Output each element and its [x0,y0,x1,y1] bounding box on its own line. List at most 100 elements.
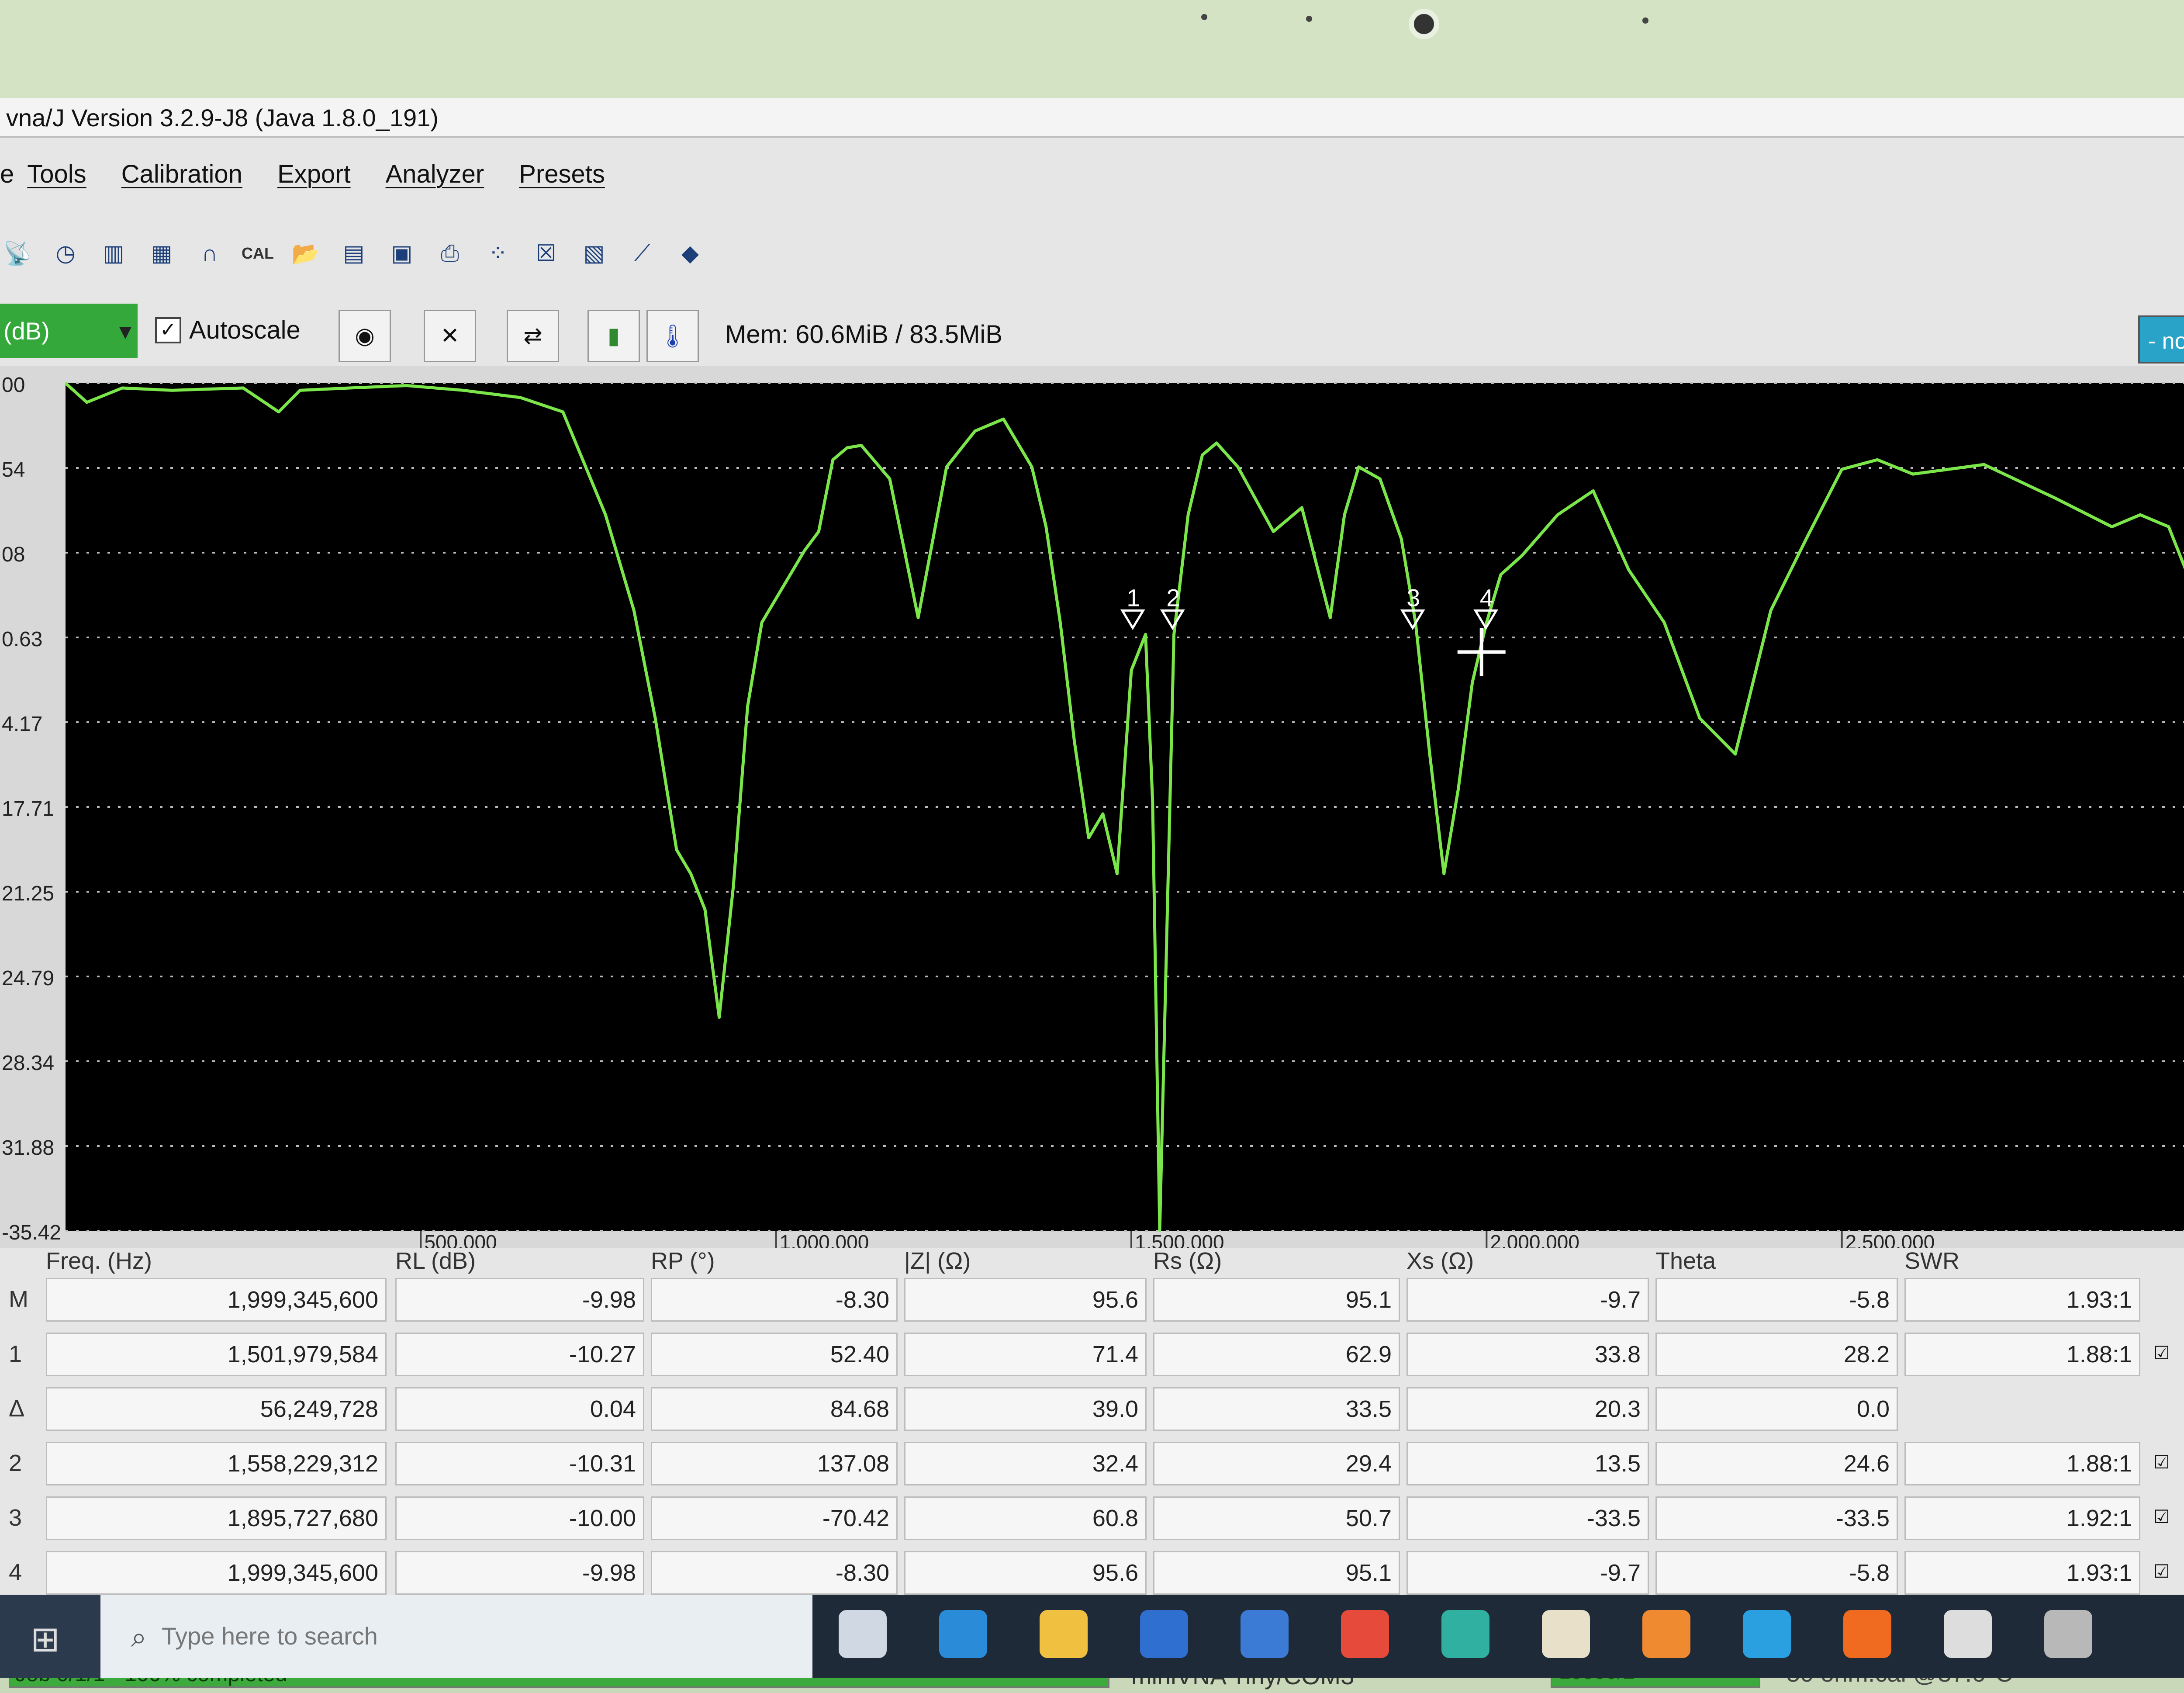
battery-button[interactable]: ▮ [587,310,640,362]
window-title: vna/J Version 3.2.9-J8 (Java 1.8.0_191) [0,98,2184,138]
table-cell: -9.98 [395,1278,644,1322]
marker-enable-checkbox[interactable]: ☑ [2153,1451,2170,1473]
visa-icon[interactable] [2044,1610,2092,1658]
menu-calibration[interactable]: Calibration [121,159,242,194]
temperature-button[interactable]: 🌡 [646,310,699,362]
cal-icon[interactable]: CAL [240,236,275,271]
marker-enable-checkbox[interactable]: ☑ [2153,1561,2170,1582]
firefox-icon[interactable] [1843,1610,1891,1658]
y-tick-label: -35.42 [2,1221,61,1244]
explorer-icon[interactable] [1040,1610,1088,1658]
table-cell: 1.88:1 [1904,1333,2140,1376]
graph-icon[interactable]: ⟋ [625,236,660,271]
toolbar: 📡 ◷ ▥ ▦ ∩ CAL 📂 ▤ ▣ ⎙ ⁘ ☒ ▧ ⟋ ◆ [0,229,874,277]
smith-chart-button[interactable]: ◉ [339,310,391,362]
magnet-icon[interactable]: ∩ [192,236,227,271]
csv-icon[interactable]: ▤ [336,236,371,271]
table-cell: 1,895,727,680 [46,1496,387,1540]
table-cell: 1,999,345,600 [46,1278,387,1322]
table-cell: 24.6 [1655,1442,1898,1485]
eraser-icon[interactable]: ◆ [673,236,708,271]
row-label: 2 [9,1450,22,1476]
table-cell: 20.3 [1406,1387,1649,1431]
table-cell: 1,999,345,600 [46,1551,387,1595]
table-cell: -10.31 [395,1442,644,1485]
table-cell: 1.93:1 [1904,1551,2140,1595]
column-header: Rs (Ω) [1153,1248,1222,1274]
pdf-icon[interactable]: ⎙ [432,236,467,271]
thermometer-icon: 🌡 [658,323,687,349]
table-cell: 71.4 [904,1333,1147,1376]
antenna-icon[interactable]: 📡 [0,236,35,271]
start-button[interactable]: ⊞ [0,1595,100,1678]
chart-area[interactable]: 00 54 08 0.63 4.17 17.71 21.25 24.79 28.34 31.88 -… [0,366,2184,1248]
search-icon: ⌕ [131,1621,147,1653]
port-ext-button[interactable]: ⇄ [507,310,559,362]
clear-button[interactable]: ✕ [424,310,476,362]
mail-icon[interactable] [1241,1610,1289,1658]
report-icon[interactable]: ▧ [577,236,612,271]
scatter-icon[interactable]: ⁘ [480,236,515,271]
row-label: 4 [9,1559,22,1586]
y-tick-label: 00 [2,374,25,397]
port-ext-icon: ⇄ [523,323,543,349]
excel-icon[interactable]: ☒ [529,236,563,271]
marker-enable-checkbox[interactable]: ☑ [2153,1342,2170,1364]
telegram-icon[interactable] [1743,1610,1791,1658]
table-cell: 84.68 [651,1387,898,1431]
table-cell: -5.8 [1655,1278,1898,1322]
menu-presets[interactable]: Presets [519,159,605,194]
menu-bar: e Tools Calibration Export Analyzer Pres… [0,159,640,194]
bezel-dot [1201,14,1207,20]
return-loss-chart[interactable]: 00 54 08 0.63 4.17 17.71 21.25 24.79 28.34 31.88 -… [0,366,2184,1248]
column-header: RP (°) [651,1248,715,1274]
menu-analyzer[interactable]: Analyzer [386,159,484,194]
marker-enable-checkbox[interactable]: ☑ [2153,1506,2170,1527]
app-icon[interactable] [1441,1610,1489,1658]
building-icon[interactable]: ▥ [96,236,131,271]
table-cell: 28.2 [1655,1333,1898,1376]
jpg-icon[interactable]: ▣ [384,236,419,271]
preset-select[interactable]: - none - [2138,315,2184,364]
menu-export[interactable]: Export [277,159,351,194]
table-cell: 32.4 [904,1442,1147,1485]
options-bar: (dB) ✓ Autoscale ◉ ✕ ⇄ ▮ 🌡 Mem: 60.6MiB … [0,300,2184,366]
store-icon[interactable] [1140,1610,1188,1658]
task-view-icon[interactable] [839,1610,887,1658]
menu-file[interactable]: e [0,159,14,194]
autoscale-toggle[interactable]: ✓ Autoscale [155,315,301,345]
y-tick-label: 21.25 [2,882,54,905]
chrome-icon[interactable] [1341,1610,1389,1658]
clock-icon[interactable]: ◷ [48,236,83,271]
table-cell: 1.88:1 [1904,1442,2140,1485]
grid-icon[interactable]: ▦ [144,236,179,271]
table-cell: -33.5 [1406,1496,1649,1540]
y-tick-label: 08 [2,543,25,566]
y-tick-label: 17.71 [2,797,54,821]
table-cell: 29.4 [1153,1442,1400,1485]
table-cell: 95.6 [904,1278,1147,1322]
folder-open-icon[interactable]: 📂 [288,236,323,271]
table-cell: 1.93:1 [1904,1278,2140,1322]
x-tick-label: 500.000 [424,1231,497,1248]
marker-label: 2 [1166,584,1180,611]
taskbar-search[interactable]: Type here to search [100,1595,812,1678]
table-cell: -9.7 [1406,1278,1649,1322]
bezel-dot [1642,17,1648,24]
files-icon[interactable] [1542,1610,1590,1658]
table-cell: 0.0 [1655,1387,1898,1431]
unit-select[interactable]: (dB) [0,304,138,358]
cross-icon: ✕ [440,323,460,349]
menu-tools[interactable]: Tools [27,159,86,194]
table-cell: 95.1 [1153,1278,1400,1322]
column-header: SWR [1904,1248,1959,1274]
settings-icon[interactable] [1944,1610,1992,1658]
column-header: Theta [1655,1248,1716,1274]
edge-icon[interactable] [939,1610,987,1658]
y-tick-label: 24.79 [2,967,54,990]
y-tick-label: 28.34 [2,1052,54,1075]
table-cell: -8.30 [651,1278,898,1322]
app2-icon[interactable] [1642,1610,1690,1658]
autoscale-checkbox[interactable]: ✓ [155,317,181,343]
x-tick-label: 1.000.000 [780,1231,869,1248]
